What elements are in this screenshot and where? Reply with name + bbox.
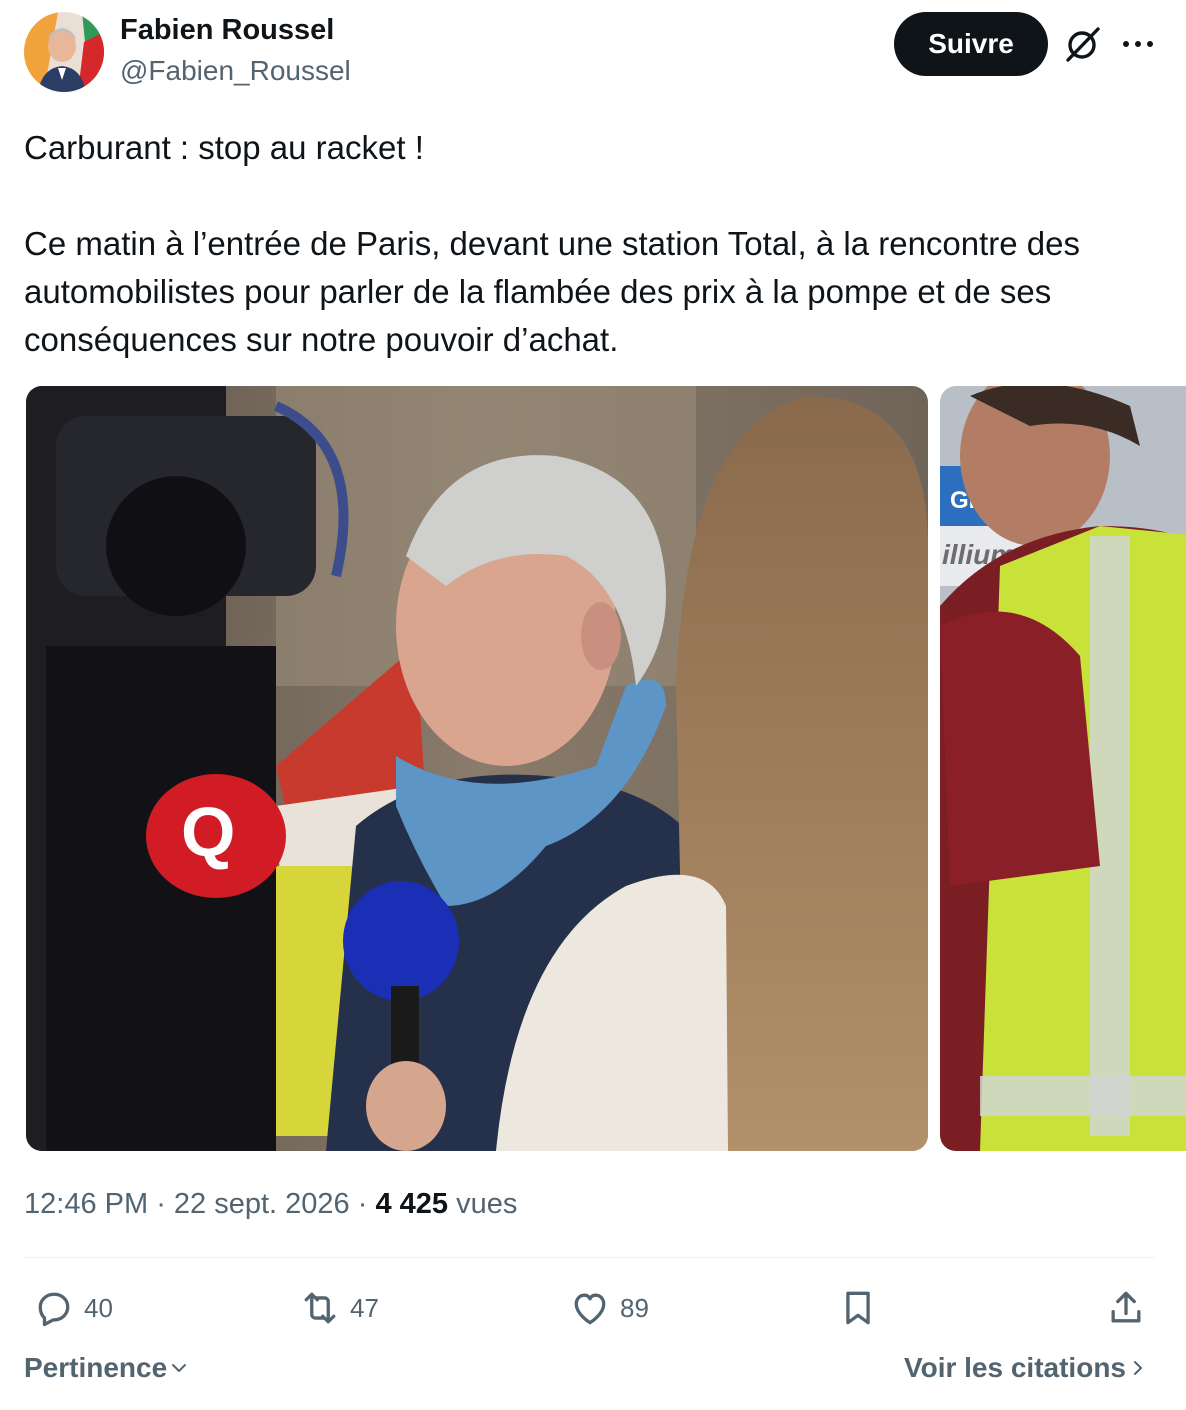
- view-quotes-link[interactable]: Voir les citations: [904, 1352, 1150, 1384]
- reply-count: 40: [84, 1292, 113, 1323]
- tweet-time[interactable]: 12:46 PM: [24, 1188, 148, 1220]
- like-button[interactable]: 89: [568, 1284, 649, 1332]
- share-icon: [1111, 1291, 1141, 1323]
- red-mic-logo: Q: [181, 793, 235, 871]
- tweet-meta: 12:46 PM · 22 sept. 2026 · 4 425 vues: [24, 1188, 518, 1220]
- tweet-date[interactable]: 22 sept. 2026: [174, 1188, 350, 1220]
- photo-2-image: GN illium OU: [940, 386, 1186, 1151]
- sort-label: Pertinence: [24, 1352, 168, 1383]
- tweet-photo-2[interactable]: GN illium OU: [940, 386, 1186, 1151]
- more-options-icon[interactable]: [1120, 32, 1156, 56]
- views-label: vues: [456, 1188, 518, 1220]
- reply-button[interactable]: 40: [32, 1284, 113, 1332]
- share-button[interactable]: [1104, 1284, 1148, 1332]
- repost-icon: [304, 1292, 336, 1324]
- tweet-text: Carburant : stop au racket ! Ce matin à …: [24, 124, 1164, 364]
- avatar-image: [24, 12, 104, 92]
- sort-dropdown[interactable]: Pertinence: [24, 1352, 191, 1384]
- bookmark-icon: [846, 1291, 870, 1325]
- heart-icon: [574, 1293, 606, 1325]
- bookmark-button[interactable]: [836, 1284, 880, 1332]
- photo-1-image: Q: [26, 386, 928, 1151]
- avatar[interactable]: [24, 12, 104, 92]
- reply-icon: [38, 1292, 70, 1327]
- like-count: 89: [620, 1292, 649, 1323]
- repost-button[interactable]: 47: [298, 1284, 379, 1332]
- follow-button[interactable]: Suivre: [894, 12, 1048, 76]
- author-name[interactable]: Fabien Roussel: [120, 14, 334, 47]
- tweet-line-title: Carburant : stop au racket !: [24, 129, 424, 166]
- grok-icon[interactable]: [1064, 24, 1102, 64]
- chevron-right-icon: [1134, 1361, 1142, 1375]
- tweet-line-body: Ce matin à l’entrée de Paris, devant une…: [24, 225, 1081, 358]
- divider: [24, 1257, 1156, 1258]
- views-count: 4 425: [375, 1188, 449, 1220]
- tweet-photo-1[interactable]: Q: [26, 386, 928, 1151]
- chevron-down-icon: [172, 1364, 187, 1372]
- quotes-label: Voir les citations: [904, 1352, 1126, 1383]
- repost-count: 47: [350, 1292, 379, 1323]
- author-handle[interactable]: @Fabien_Roussel: [120, 55, 351, 87]
